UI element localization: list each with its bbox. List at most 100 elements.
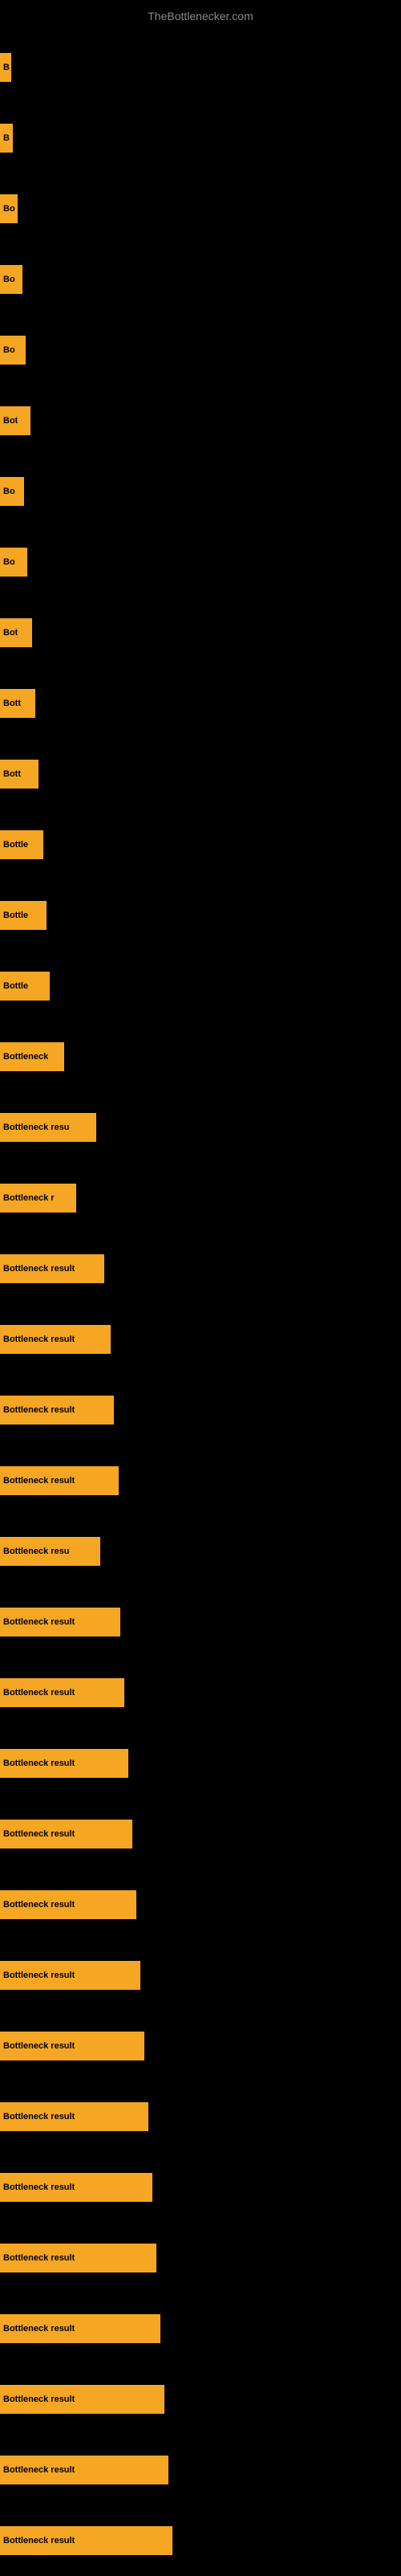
bar-row: B: [0, 103, 401, 173]
bar-item: Bottleneck result: [0, 2244, 156, 2272]
bar-item: Bo: [0, 336, 26, 365]
bar-label: Bottleneck result: [3, 2395, 75, 2404]
bar-row: Bottleneck result: [0, 1940, 401, 2011]
bar-item: Bottleneck resu: [0, 1113, 96, 1142]
bar-row: Bo: [0, 244, 401, 315]
bar-label: Bottleneck result: [3, 2112, 75, 2122]
bar-row: B: [0, 32, 401, 103]
bar-label: Bo: [3, 487, 15, 496]
bar-item: Bottleneck result: [0, 1466, 119, 1495]
bar-item: Bottleneck result: [0, 2102, 148, 2131]
bar-row: Bottleneck result: [0, 2152, 401, 2223]
bar-label: Bo: [3, 204, 15, 214]
bar-label: Bottleneck result: [3, 1476, 75, 1486]
bar-label: Bottleneck result: [3, 1900, 75, 1910]
bar-label: Bottleneck result: [3, 2324, 75, 2333]
bar-label: B: [3, 133, 10, 143]
bar-item: Bott: [0, 760, 38, 789]
bar-label: Bot: [3, 628, 18, 638]
bar-label: Bottleneck r: [3, 1193, 55, 1203]
bar-item: Bottle: [0, 901, 47, 930]
bar-label: Bottleneck resu: [3, 1547, 70, 1556]
bar-row: Bottleneck result: [0, 1304, 401, 1375]
bar-item: Bot: [0, 406, 30, 435]
bar-row: Bottle: [0, 951, 401, 1021]
bar-row: Bottleneck result: [0, 1657, 401, 1728]
bar-item: Bottleneck result: [0, 1961, 140, 1990]
bar-row: Bot: [0, 597, 401, 668]
bar-item: Bottleneck result: [0, 1254, 104, 1283]
bar-row: Bottleneck result: [0, 1375, 401, 1445]
bar-item: Bottleneck r: [0, 1184, 76, 1213]
bar-row: Bottleneck result: [0, 1233, 401, 1304]
bar-row: Bott: [0, 739, 401, 809]
bar-label: Bott: [3, 769, 21, 779]
bar-item: Bot: [0, 618, 32, 647]
bar-label: Bottle: [3, 840, 28, 850]
bar-label: B: [3, 63, 10, 72]
bar-label: Bo: [3, 275, 15, 284]
bar-item: Bottleneck result: [0, 1820, 132, 1848]
bar-row: Bottleneck result: [0, 2011, 401, 2081]
bar-item: Bottleneck resu: [0, 1537, 100, 1566]
bar-item: Bottleneck result: [0, 2526, 172, 2555]
bar-item: Bo: [0, 194, 18, 223]
bar-row: Bottleneck result: [0, 1728, 401, 1799]
bar-row: Bottleneck: [0, 1021, 401, 1092]
bar-label: Bottleneck result: [3, 1759, 75, 1768]
bar-row: Bott: [0, 668, 401, 739]
bar-row: Bottleneck result: [0, 1869, 401, 1940]
bar-row: Bottleneck r: [0, 1163, 401, 1233]
bar-item: Bottleneck result: [0, 2173, 152, 2202]
bar-item: Bottleneck: [0, 1042, 64, 1071]
bar-row: Bottleneck result: [0, 1587, 401, 1657]
bar-label: Bottle: [3, 981, 28, 991]
bar-label: Bottleneck: [3, 1052, 48, 1062]
bar-label: Bott: [3, 699, 21, 708]
bar-row: Bottleneck result: [0, 2293, 401, 2364]
bar-row: Bottleneck result: [0, 1445, 401, 1516]
bar-row: Bot: [0, 385, 401, 456]
bar-row: Bottleneck result: [0, 2435, 401, 2505]
bar-row: Bottle: [0, 809, 401, 880]
bar-row: Bottleneck result: [0, 2223, 401, 2293]
bar-label: Bo: [3, 557, 15, 567]
bars-container: B B Bo Bo Bo Bot Bo Bo Bot Bott Bott Bottle Bottle Bo…: [0, 32, 401, 2576]
bar-item: Bo: [0, 477, 24, 506]
bar-row: Bo: [0, 527, 401, 597]
bar-item: Bottle: [0, 972, 50, 1001]
bar-item: Bottleneck result: [0, 2314, 160, 2343]
bar-item: Bo: [0, 548, 27, 577]
bar-label: Bottleneck result: [3, 1264, 75, 1274]
bar-item: Bottleneck result: [0, 2385, 164, 2414]
bar-label: Bottleneck result: [3, 2465, 75, 2475]
bar-row: Bottleneck resu: [0, 1516, 401, 1587]
bar-item: Bottleneck result: [0, 1608, 120, 1636]
bar-label: Bottleneck result: [3, 2183, 75, 2192]
bar-item: B: [0, 53, 11, 82]
bar-item: Bottle: [0, 830, 43, 859]
bar-label: Bottleneck result: [3, 1829, 75, 1839]
bar-label: Bottleneck result: [3, 2253, 75, 2263]
bar-label: Bottleneck result: [3, 1405, 75, 1415]
bar-label: Bot: [3, 416, 18, 426]
bar-label: Bottleneck result: [3, 1688, 75, 1698]
bar-item: Bottleneck result: [0, 1749, 128, 1778]
bar-label: Bottle: [3, 911, 28, 920]
bar-row: Bottleneck result: [0, 2364, 401, 2435]
bar-row: Bo: [0, 173, 401, 244]
bar-row: Bottleneck result: [0, 2081, 401, 2152]
bar-label: Bottleneck result: [3, 1971, 75, 1980]
bar-label: Bottleneck resu: [3, 1123, 70, 1132]
bar-item: Bottleneck result: [0, 1325, 111, 1354]
bar-item: Bottleneck result: [0, 2456, 168, 2484]
bar-item: Bottleneck result: [0, 2032, 144, 2060]
bar-row: Bo: [0, 315, 401, 385]
bar-label: Bo: [3, 345, 15, 355]
bar-label: Bottleneck result: [3, 2041, 75, 2051]
bar-row: Bottleneck result: [0, 2505, 401, 2576]
bar-item: Bottleneck result: [0, 1678, 124, 1707]
bar-row: Bo: [0, 456, 401, 527]
bar-item: Bott: [0, 689, 35, 718]
bar-label: Bottleneck result: [3, 1617, 75, 1627]
